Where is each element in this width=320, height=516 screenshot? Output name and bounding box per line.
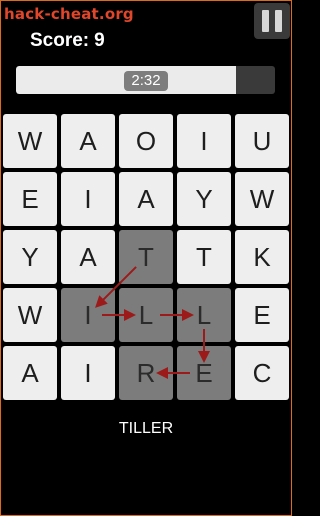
letter-tile-r4c2[interactable]: I — [61, 288, 115, 342]
letter-tile-r3c1[interactable]: Y — [3, 230, 57, 284]
grid-dot — [173, 342, 178, 347]
letter-tile-r4c4[interactable]: L — [177, 288, 231, 342]
letter-tile-r3c2[interactable]: A — [61, 230, 115, 284]
grid-dot — [231, 342, 236, 347]
current-word: TILLER — [118, 420, 174, 437]
grid-dot — [115, 168, 120, 173]
grid-dot — [231, 226, 236, 231]
letter-tile-r2c4[interactable]: Y — [177, 172, 231, 226]
grid-dot — [173, 284, 178, 289]
pause-icon-bar — [275, 10, 282, 32]
letter-tile-r4c1[interactable]: W — [3, 288, 57, 342]
grid-dot — [115, 226, 120, 231]
letter-tile-r3c4[interactable]: T — [177, 230, 231, 284]
grid-dot — [57, 284, 62, 289]
letter-tile-r3c5[interactable]: K — [235, 230, 289, 284]
grid-dot — [231, 284, 236, 289]
grid-dot — [57, 342, 62, 347]
letter-tile-r5c3[interactable]: R — [119, 346, 173, 400]
score-value: 9 — [94, 30, 105, 51]
grid-dot — [173, 226, 178, 231]
letter-tile-r2c1[interactable]: E — [3, 172, 57, 226]
letter-tile-r2c2[interactable]: I — [61, 172, 115, 226]
timer-text: 2:32 — [124, 71, 168, 91]
watermark: hack-cheat.org — [4, 5, 134, 23]
pause-icon — [262, 10, 269, 32]
letter-board[interactable]: WAOIUEIAYWYATTKWILLEAIREC — [0, 112, 292, 404]
grid-dot — [57, 226, 62, 231]
letter-tile-r5c5[interactable]: C — [235, 346, 289, 400]
letter-tile-r2c5[interactable]: W — [235, 172, 289, 226]
letter-tile-r4c3[interactable]: L — [119, 288, 173, 342]
letter-tile-r1c3[interactable]: O — [119, 114, 173, 168]
letter-tile-r2c3[interactable]: A — [119, 172, 173, 226]
grid-dot — [57, 168, 62, 173]
letter-tile-r1c1[interactable]: W — [3, 114, 57, 168]
grid-dot — [173, 168, 178, 173]
pause-button[interactable] — [254, 3, 290, 39]
letter-tile-r5c2[interactable]: I — [61, 346, 115, 400]
grid-dot — [231, 168, 236, 173]
grid-dot — [115, 342, 120, 347]
letter-tile-r1c5[interactable]: U — [235, 114, 289, 168]
letter-tile-r4c5[interactable]: E — [235, 288, 289, 342]
letter-tile-r5c1[interactable]: A — [3, 346, 57, 400]
score-display: Score: 9 — [30, 30, 105, 52]
score-label: Score: — [30, 30, 90, 51]
letter-tile-r5c4[interactable]: E — [177, 346, 231, 400]
grid-dot — [115, 284, 120, 289]
letter-tile-r3c3[interactable]: T — [119, 230, 173, 284]
letter-tile-r1c2[interactable]: A — [61, 114, 115, 168]
letter-tile-r1c4[interactable]: I — [177, 114, 231, 168]
